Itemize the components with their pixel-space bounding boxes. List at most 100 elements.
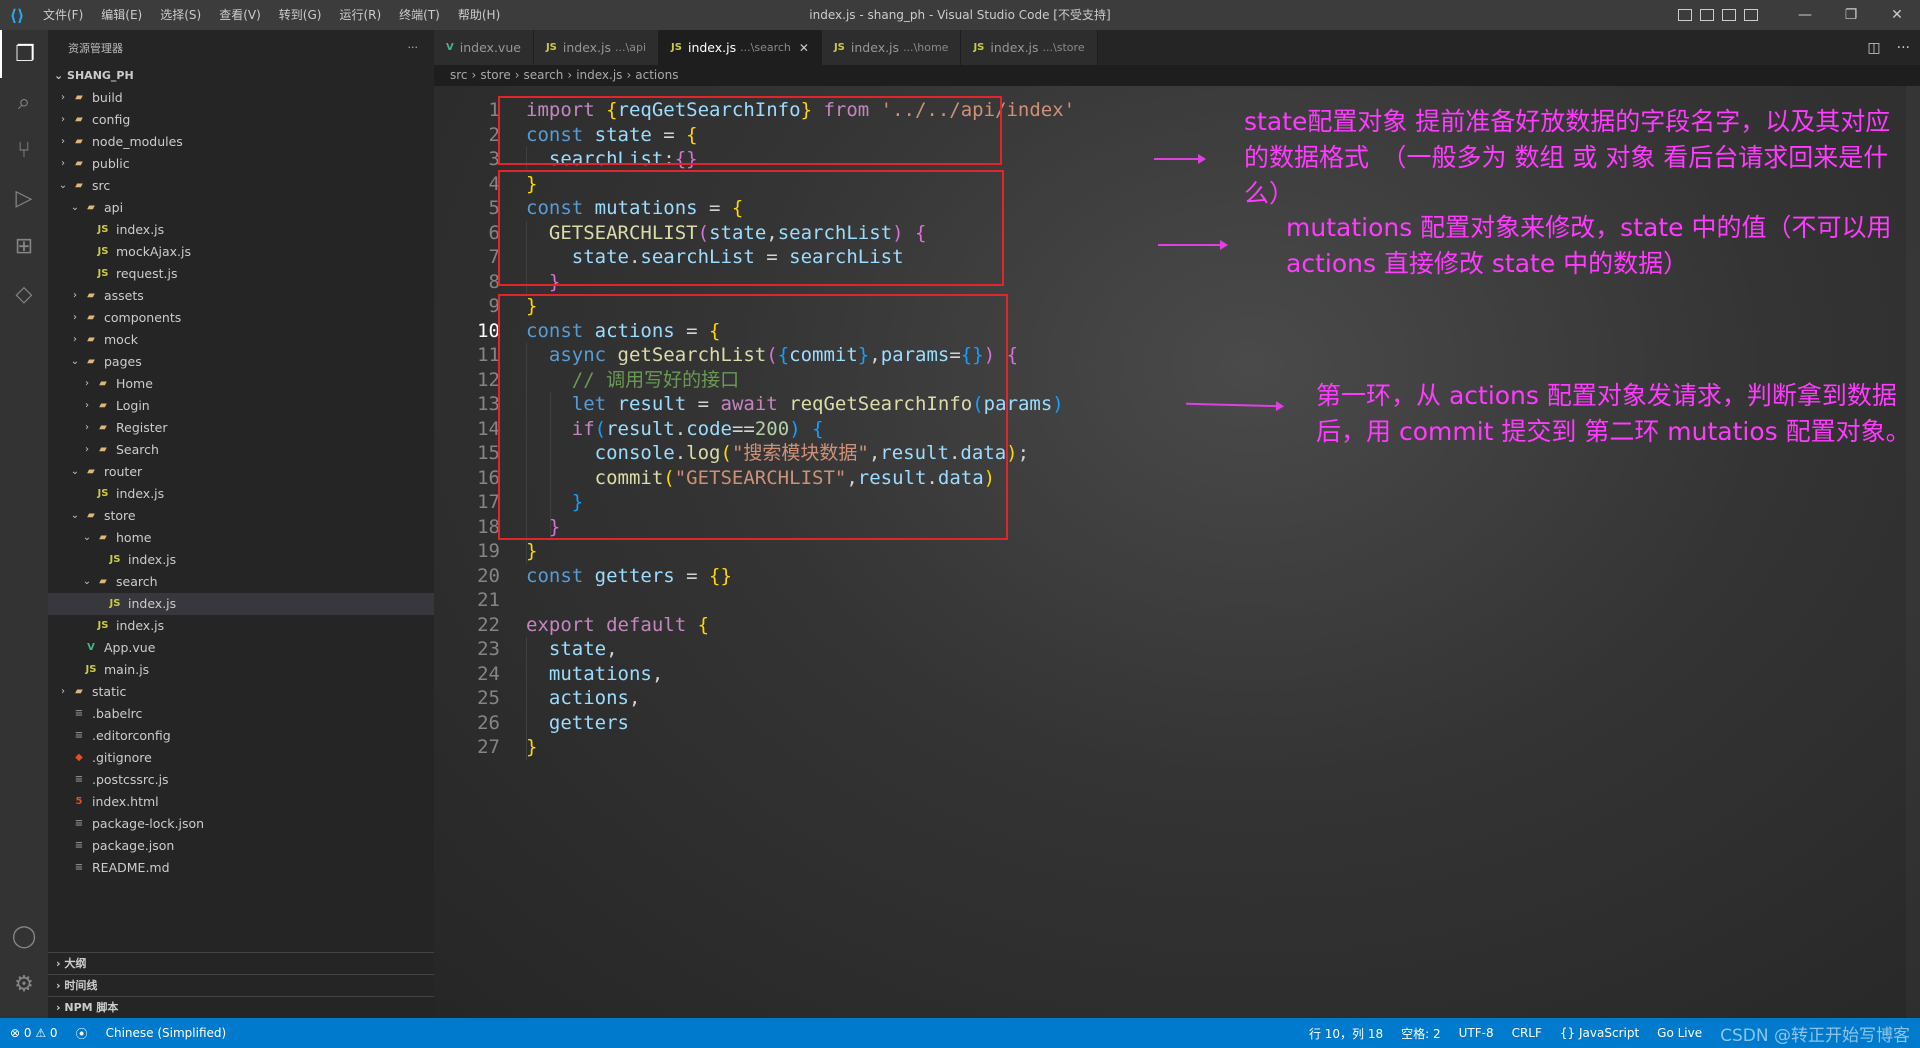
breadcrumb-item[interactable]: index.js (576, 68, 622, 82)
tree-item[interactable]: JS index.js (48, 219, 434, 241)
code-token: getters (594, 564, 675, 587)
tree-item[interactable]: ⌄ ▰ api (48, 197, 434, 219)
extensions-icon[interactable]: ⊞ (0, 222, 48, 270)
breadcrumb-item[interactable]: search (524, 68, 564, 82)
editor-tab[interactable]: JS index.js ...\search ✕ (659, 30, 822, 65)
encoding-status[interactable]: UTF-8 (1459, 1026, 1494, 1040)
tree-item[interactable]: › ▰ assets (48, 285, 434, 307)
breadcrumb-item[interactable]: actions (635, 68, 678, 82)
menu-item[interactable]: 选择(S) (151, 0, 210, 30)
breadcrumb-separator-icon: › (567, 68, 573, 82)
editor-tab[interactable]: JS index.js ...\home (821, 30, 962, 65)
explorer-icon[interactable]: ❐ (0, 30, 48, 78)
gitlab-icon[interactable]: ◇ (0, 270, 48, 318)
tree-item[interactable]: 5 index.html (48, 791, 434, 813)
sidebar-section-0[interactable]: › 大纲 (48, 952, 434, 974)
editor-tab[interactable]: JS index.js ...\api (533, 30, 660, 65)
tree-item[interactable]: ≡ README.md (48, 857, 434, 879)
tree-item[interactable]: › ▰ mock (48, 329, 434, 351)
menu-item[interactable]: 终端(T) (390, 0, 449, 30)
editor-tab[interactable]: JS index.js ...\store (961, 30, 1098, 65)
eol-status[interactable]: CRLF (1512, 1026, 1542, 1040)
tree-item[interactable]: JS index.js (48, 549, 434, 571)
workspace-root[interactable]: ⌄ SHANG_PH (48, 65, 434, 87)
language-mode-label: JavaScript (1579, 1026, 1640, 1040)
tab-name: index.vue (459, 40, 521, 55)
problems-indicator[interactable]: ⊗ 0 ⚠ 0 (10, 1026, 58, 1040)
tree-item[interactable]: › ▰ Home (48, 373, 434, 395)
tree-item[interactable]: › ▰ Search (48, 439, 434, 461)
cursor-position[interactable]: 行 10，列 18 (1309, 1025, 1383, 1042)
customize-layout-icon[interactable] (1744, 9, 1758, 21)
folder-icon: ▰ (99, 422, 107, 433)
tree-item[interactable]: JS index.js (48, 483, 434, 505)
tree-item[interactable]: ⌄ ▰ home (48, 527, 434, 549)
tree-item[interactable]: ≡ package.json (48, 835, 434, 857)
tree-item[interactable]: › ▰ components (48, 307, 434, 329)
more-actions-icon[interactable]: ··· (1897, 40, 1910, 56)
tree-item[interactable]: JS index.js (48, 593, 434, 615)
toggle-panel-icon[interactable] (1700, 9, 1714, 21)
editor-tab[interactable]: Vindex.vue (434, 30, 534, 65)
tree-item[interactable]: JS index.js (48, 615, 434, 637)
tree-item[interactable]: ≡ .babelrc (48, 703, 434, 725)
tree-item[interactable]: JS request.js (48, 263, 434, 285)
tree-item[interactable]: ⌄ ▰ store (48, 505, 434, 527)
run-debug-icon[interactable]: ▷ (0, 174, 48, 222)
tree-item[interactable]: V App.vue (48, 637, 434, 659)
sidebar-section-1[interactable]: › 时间线 (48, 974, 434, 996)
language-pack-status[interactable]: Chinese (Simplified) (106, 1026, 227, 1040)
tree-item[interactable]: ≡ .postcssrc.js (48, 769, 434, 791)
folder-icon: ▰ (75, 114, 83, 125)
sidebar-section-2[interactable]: › NPM 脚本 (48, 996, 434, 1018)
close-window-button[interactable]: ✕ (1874, 0, 1920, 30)
indentation-status[interactable]: 空格: 2 (1401, 1025, 1441, 1042)
menu-item[interactable]: 帮助(H) (449, 0, 509, 30)
menu-bar: 文件(F) 编辑(E) 选择(S) 查看(V) 转到(G) 运行(R) 终端(T) 帮助(H) (34, 0, 509, 30)
toggle-sidebar-icon[interactable] (1678, 9, 1692, 21)
go-live-button[interactable]: Go Live (1657, 1026, 1702, 1040)
folder-icon: ▰ (87, 510, 95, 521)
tree-item[interactable]: › ▰ public (48, 153, 434, 175)
editor-tabs: Vindex.vue JS index.js ...\api JS index.js...… (434, 30, 1920, 65)
explorer-more-button[interactable]: ··· (408, 41, 419, 54)
language-mode[interactable]: {} JavaScript (1560, 1026, 1639, 1040)
source-control-icon[interactable]: ⑂ (0, 126, 48, 174)
breadcrumb-item[interactable]: store (480, 68, 510, 82)
menu-item[interactable]: 查看(V) (210, 0, 270, 30)
mutations-highlight-box (498, 170, 1004, 286)
editor-scrollbar[interactable] (1906, 86, 1920, 1018)
restore-button[interactable]: ❐ (1828, 0, 1874, 30)
tree-item-label: config (92, 112, 131, 127)
tree-item[interactable]: ⌄ ▰ search (48, 571, 434, 593)
menu-item[interactable]: 转到(G) (270, 0, 331, 30)
tree-item[interactable]: JS main.js (48, 659, 434, 681)
minimize-button[interactable]: — (1782, 0, 1828, 30)
split-editor-icon[interactable]: ◫ (1867, 40, 1880, 56)
tree-item[interactable]: ≡ .editorconfig (48, 725, 434, 747)
tree-item[interactable]: ◆ .gitignore (48, 747, 434, 769)
menu-item[interactable]: 运行(R) (330, 0, 390, 30)
tree-item[interactable]: › ▰ node_modules (48, 131, 434, 153)
settings-gear-icon[interactable]: ⚙ (0, 960, 48, 1008)
tree-item[interactable]: ⌄ ▰ pages (48, 351, 434, 373)
tree-item-label: index.js (116, 618, 165, 633)
toggle-secondary-sidebar-icon[interactable] (1722, 9, 1736, 21)
tree-item[interactable]: › ▰ Login (48, 395, 434, 417)
tree-item[interactable]: › ▰ static (48, 681, 434, 703)
tree-item[interactable]: › ▰ config (48, 109, 434, 131)
tree-item[interactable]: ≡ package-lock.json (48, 813, 434, 835)
close-tab-icon[interactable]: ✕ (799, 41, 809, 55)
breadcrumb-item[interactable]: src (450, 68, 468, 82)
menu-item[interactable]: 编辑(E) (92, 0, 151, 30)
status-bar: ⊗ 0 ⚠ 0 ⦿ Chinese (Simplified) 行 10，列 18… (0, 1018, 1920, 1048)
tree-item[interactable]: ⌄ ▰ router (48, 461, 434, 483)
tree-item[interactable]: ⌄ ▰ src (48, 175, 434, 197)
broadcast-icon[interactable]: ⦿ (76, 1025, 88, 1042)
search-icon[interactable]: ⌕ (0, 78, 48, 126)
tree-item[interactable]: › ▰ build (48, 87, 434, 109)
menu-item[interactable]: 文件(F) (34, 0, 92, 30)
tree-item[interactable]: JS mockAjax.js (48, 241, 434, 263)
tree-item[interactable]: › ▰ Register (48, 417, 434, 439)
accounts-icon[interactable]: ◯ (0, 912, 48, 960)
